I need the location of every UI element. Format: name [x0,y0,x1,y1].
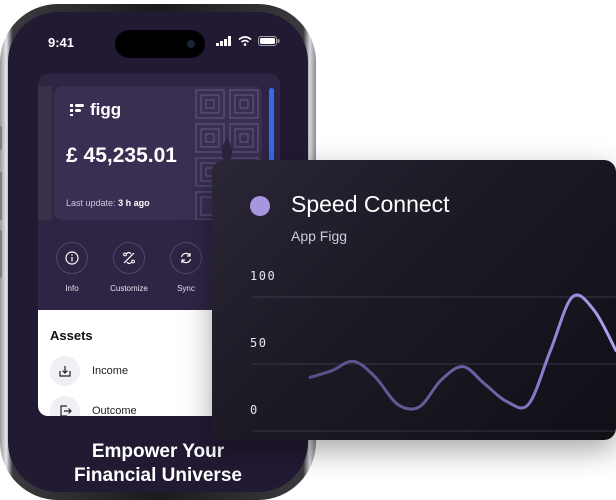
quick-actions: Info Customize Sync [52,242,206,293]
outcome-icon [60,405,72,416]
asset-label-outcome: Outcome [92,405,137,416]
wifi-icon [238,36,252,46]
mute-button [0,126,2,150]
speed-series-line [308,293,616,411]
balance-amount: £ 45,235.01 [66,144,177,167]
last-update: Last update: 3 h ago [66,198,150,208]
sync-action[interactable]: Sync [166,242,206,293]
previous-card-peek [38,86,52,220]
volume-up-button [0,172,2,220]
status-time: 9:41 [48,35,75,50]
y-tick-label: 0 [250,403,259,417]
speed-connect-widget: Speed Connect App Figg 100 50 0 [212,160,616,440]
volume-down-button [0,230,2,278]
brand-name: figg [90,100,122,119]
asset-label-income: Income [92,365,129,377]
customize-icon [123,251,135,265]
info-icon [65,251,79,265]
income-icon [59,366,71,377]
customize-action[interactable]: Customize [109,242,149,293]
brand-logo: figg [70,100,121,120]
camera-icon [187,40,195,48]
sync-icon [180,252,192,264]
asset-row-outcome[interactable]: Outcome [50,396,137,416]
assets-title: Assets [50,328,93,343]
asset-row-income[interactable]: Income [50,356,128,386]
speed-chart: 100 50 0 [250,269,616,432]
y-tick-label: 100 [250,269,276,283]
dynamic-island [115,30,205,58]
info-action[interactable]: Info [52,242,92,293]
battery-icon [258,36,280,46]
tagline-line2: Financial Universe [74,465,242,486]
sync-label: Sync [177,284,195,293]
last-update-label: Last update: [66,198,116,208]
figg-logo-icon [70,104,84,116]
y-tick-label: 50 [250,336,267,350]
tagline-line1: Empower Your [91,441,225,462]
signal-icon [216,36,231,46]
customize-label: Customize [110,284,148,293]
info-label: Info [65,284,79,293]
tagline: Empower Your Financial Universe [8,440,308,488]
status-bar: 9:41 [8,12,308,62]
last-update-value: 3 h ago [118,198,150,208]
